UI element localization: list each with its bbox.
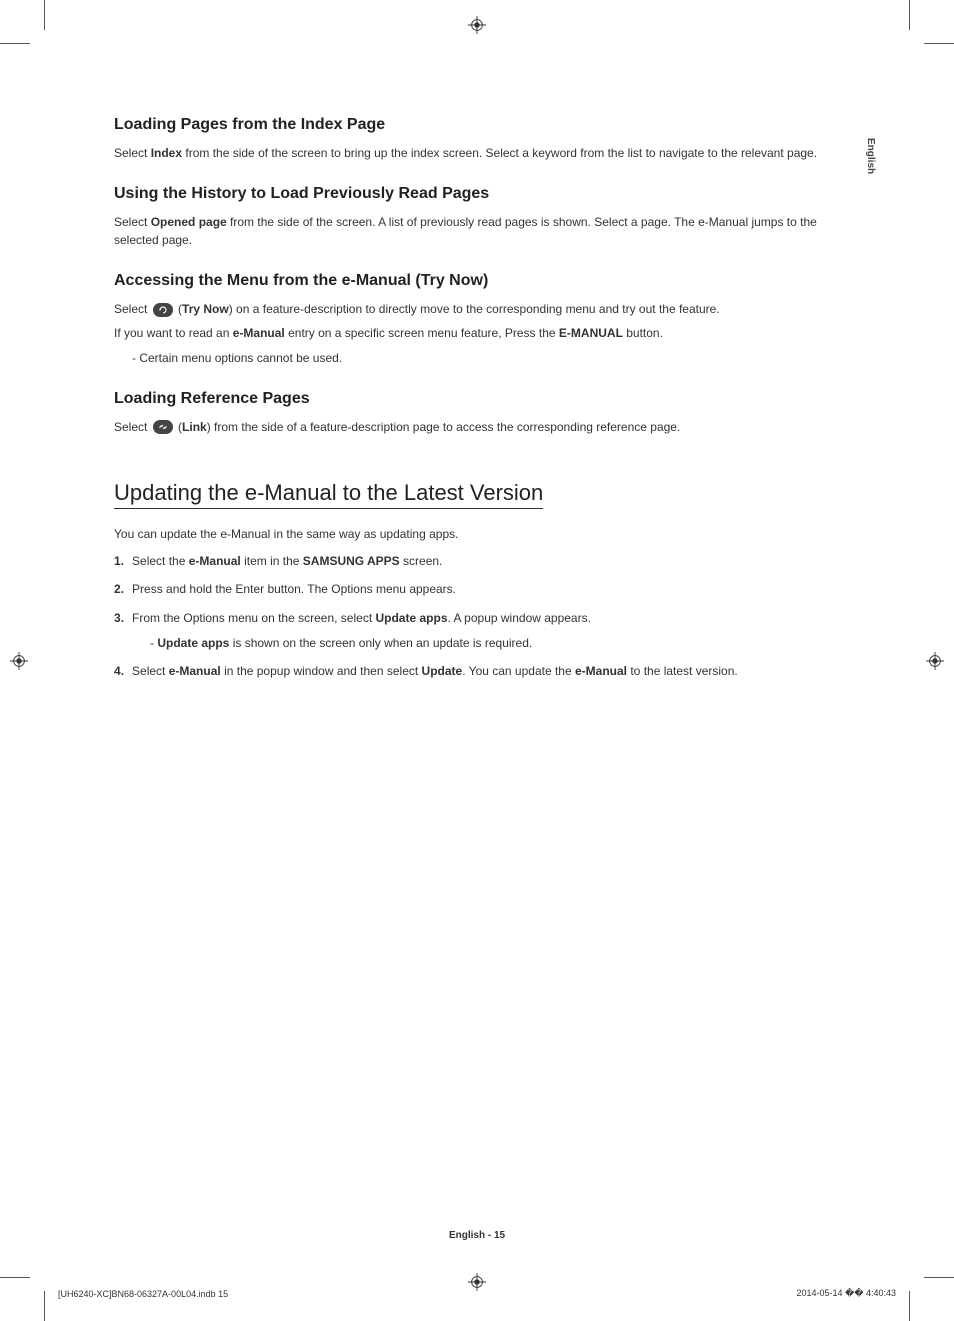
registration-mark-icon <box>926 652 944 670</box>
crop-mark <box>0 1277 30 1278</box>
body-text: If you want to read an e-Manual entry on… <box>114 324 839 343</box>
step-item: Select the e-Manual item in the SAMSUNG … <box>114 552 839 571</box>
crop-mark <box>909 1291 910 1321</box>
crop-mark <box>0 43 30 44</box>
crop-mark <box>924 43 954 44</box>
try-now-icon <box>153 303 173 317</box>
section-title-updating: Updating the e-Manual to the Latest Vers… <box>114 480 543 509</box>
registration-mark-icon <box>468 1273 486 1291</box>
section-heading-history: Using the History to Load Previously Rea… <box>114 185 839 203</box>
body-text: Select (Try Now) on a feature-descriptio… <box>114 300 839 319</box>
registration-mark-icon <box>468 16 486 34</box>
registration-mark-icon <box>10 652 28 670</box>
language-tab: English <box>865 138 876 174</box>
body-text: You can update the e-Manual in the same … <box>114 525 839 544</box>
body-text: Select Opened page from the side of the … <box>114 213 839 250</box>
step-item: From the Options menu on the screen, sel… <box>114 609 839 628</box>
page-content: Loading Pages from the Index Page Select… <box>114 108 839 691</box>
page-number: English - 15 <box>449 1230 505 1241</box>
footer-timestamp: 2014-05-14 �� 4:40:43 <box>796 1288 896 1299</box>
step-item: Select e-Manual in the popup window and … <box>114 662 839 681</box>
body-text: Select Index from the side of the screen… <box>114 144 839 163</box>
note-item: Update apps is shown on the screen only … <box>150 634 839 653</box>
crop-mark <box>909 0 910 30</box>
crop-mark <box>44 1291 45 1321</box>
note-item: Certain menu options cannot be used. <box>132 349 839 368</box>
ordered-steps: Select the e-Manual item in the SAMSUNG … <box>114 552 839 628</box>
crop-mark <box>44 0 45 30</box>
section-heading-index: Loading Pages from the Index Page <box>114 116 839 134</box>
body-text: Select (Link) from the side of a feature… <box>114 418 839 437</box>
link-icon <box>153 420 173 434</box>
ordered-steps: Select e-Manual in the popup window and … <box>114 662 839 681</box>
section-heading-reference: Loading Reference Pages <box>114 390 839 408</box>
crop-mark <box>924 1277 954 1278</box>
footer-filename: [UH6240-XC]BN68-06327A-00L04.indb 15 <box>58 1289 228 1299</box>
step-item: Press and hold the Enter button. The Opt… <box>114 580 839 599</box>
section-heading-menu-access: Accessing the Menu from the e-Manual (Tr… <box>114 272 839 290</box>
